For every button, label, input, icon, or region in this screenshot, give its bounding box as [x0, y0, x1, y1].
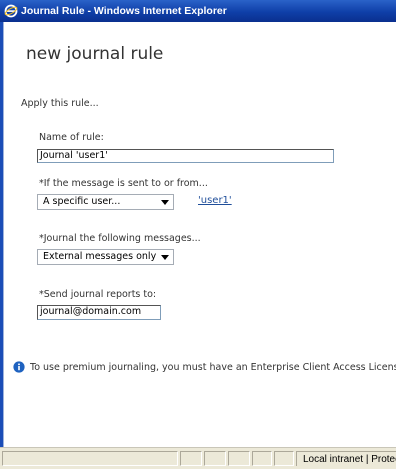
- scope-dropdown[interactable]: External messages only: [37, 249, 174, 265]
- page-title: new journal rule: [26, 44, 164, 64]
- condition-label: *If the message is sent to or from...: [39, 178, 208, 189]
- scope-selected-value: External messages only: [43, 251, 157, 262]
- status-pane: [180, 451, 202, 466]
- window-title: Journal Rule - Windows Internet Explorer: [21, 5, 227, 17]
- apply-rule-text: Apply this rule...: [21, 98, 99, 109]
- page-content: new journal rule Apply this rule... Name…: [4, 22, 396, 447]
- status-bar: Local intranet | Protected Mode: Off: [0, 447, 396, 469]
- info-text: To use premium journaling, you must have…: [30, 361, 396, 373]
- info-icon: [13, 361, 25, 373]
- status-pane: [204, 451, 226, 466]
- scope-label: *Journal the following messages...: [39, 233, 201, 244]
- status-pane: [252, 451, 272, 466]
- condition-selected-value: A specific user...: [43, 196, 121, 207]
- internet-explorer-icon: [4, 4, 18, 18]
- rule-name-input[interactable]: Journal 'user1': [37, 149, 334, 163]
- window-titlebar[interactable]: Journal Rule - Windows Internet Explorer: [0, 0, 396, 22]
- recipient-label: *Send journal reports to:: [39, 289, 157, 300]
- status-pane: [274, 451, 294, 466]
- status-text-pane: [2, 451, 178, 466]
- zone-text: Local intranet | Protected Mode: Off: [303, 453, 396, 465]
- user-link[interactable]: 'user1': [198, 195, 232, 206]
- journal-recipient-input[interactable]: journal@domain.com: [37, 305, 161, 320]
- chevron-down-icon: [161, 200, 169, 205]
- status-pane: [228, 451, 250, 466]
- rule-name-label: Name of rule:: [39, 132, 104, 143]
- security-zone[interactable]: Local intranet | Protected Mode: Off: [296, 451, 396, 466]
- info-message: To use premium journaling, you must have…: [13, 361, 396, 373]
- condition-dropdown[interactable]: A specific user...: [37, 194, 174, 210]
- chevron-down-icon: [161, 255, 169, 260]
